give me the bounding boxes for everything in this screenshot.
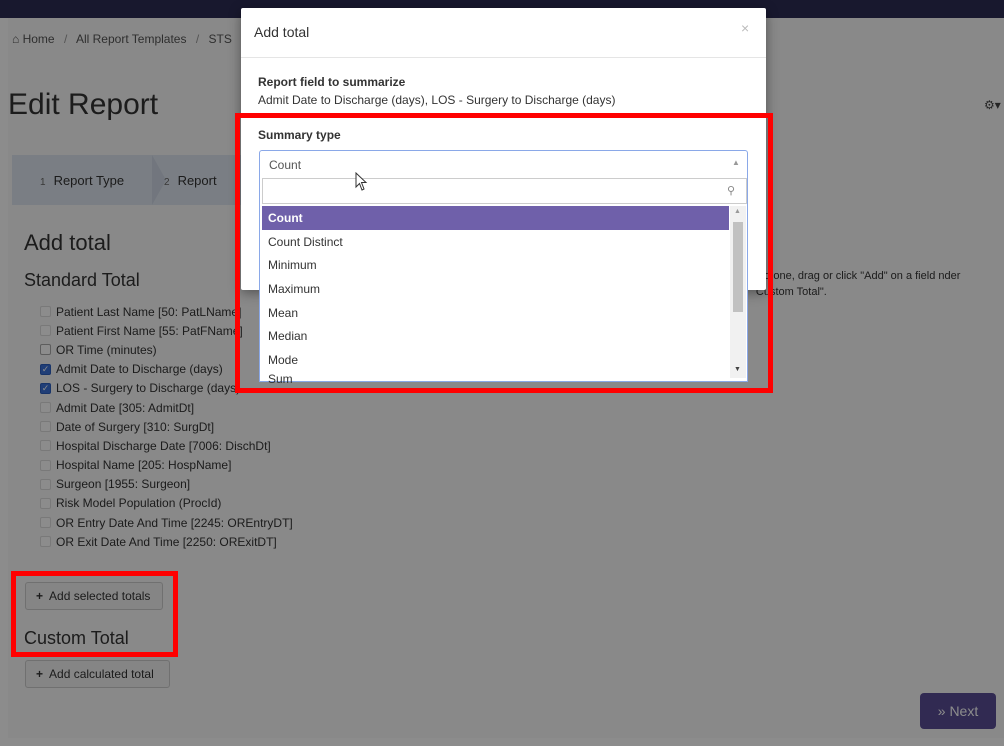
report-field-label: Report field to summarize [258,75,406,89]
report-field-value: Admit Date to Discharge (days), LOS - Su… [258,93,616,107]
modal-header: Add total × [241,8,766,58]
close-icon[interactable]: × [741,20,749,36]
modal-title: Add total [254,24,310,40]
highlight-box-add-selected [11,571,178,657]
highlight-box-summary-type [235,113,773,393]
